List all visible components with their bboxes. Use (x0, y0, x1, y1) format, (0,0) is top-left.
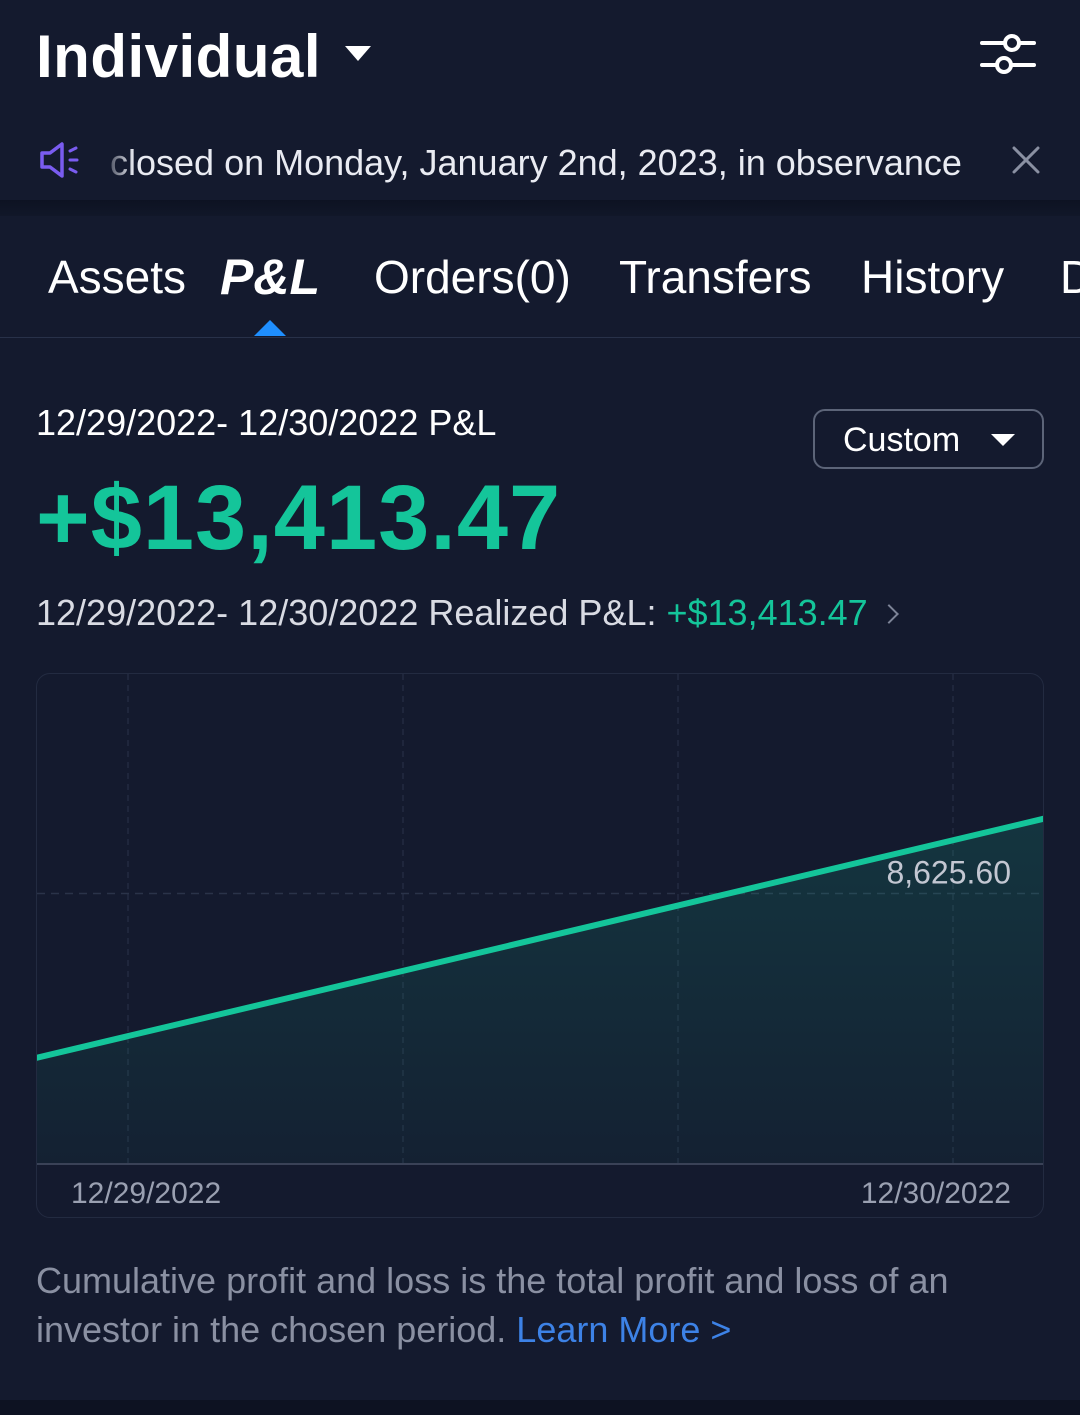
realized-pnl-value: +$13,413.47 (666, 592, 868, 633)
realized-pnl-row[interactable]: 12/29/2022- 12/30/2022 Realized P&L: +$1… (36, 592, 899, 634)
period-select[interactable]: Custom (813, 409, 1044, 469)
speaker-announcement-icon (38, 140, 82, 180)
tab-transfers[interactable]: Transfers (619, 250, 812, 304)
tab-history[interactable]: History (861, 250, 1004, 304)
market-notice-banner[interactable]: closed on Monday, January 2nd, 2023, in … (0, 118, 1080, 200)
tab-assets[interactable]: Assets (48, 250, 186, 304)
period-select-label: Custom (843, 421, 961, 459)
x-tick-label-end: 12/30/2022 (861, 1177, 1011, 1210)
learn-more-link[interactable]: Learn More > (516, 1309, 731, 1350)
notice-fade (100, 136, 134, 188)
pnl-description: Cumulative profit and loss is the total … (36, 1256, 1036, 1354)
tab-pnl[interactable]: P&L (220, 248, 320, 306)
chevron-down-icon (991, 434, 1015, 446)
section-divider (0, 200, 1080, 216)
account-title[interactable]: Individual (36, 22, 321, 91)
bottom-divider (0, 1400, 1080, 1415)
tab-orders[interactable]: Orders(0) (374, 250, 571, 304)
active-tab-indicator (254, 320, 286, 336)
pnl-range-label: 12/29/2022- 12/30/2022 P&L (36, 402, 497, 443)
pnl-chart[interactable]: 8,625.60 12/29/2022 12/30/2022 (36, 673, 1044, 1218)
close-icon[interactable] (1010, 144, 1042, 176)
pnl-description-text: Cumulative profit and loss is the total … (36, 1260, 949, 1350)
x-tick-label-start: 12/29/2022 (71, 1177, 221, 1210)
chevron-right-icon (878, 604, 899, 624)
account-header: Individual (0, 0, 1080, 118)
realized-pnl-label: 12/29/2022- 12/30/2022 Realized P&L: (36, 592, 667, 633)
reference-value-label: 8,625.60 (886, 855, 1011, 891)
pnl-chart-svg: 8,625.60 12/29/2022 12/30/2022 (37, 674, 1043, 1210)
pnl-amount: +$13,413.47 (36, 467, 562, 569)
account-tabs: Assets P&L Orders(0) Transfers History D (0, 216, 1080, 338)
notice-text: closed on Monday, January 2nd, 2023, in … (110, 142, 962, 183)
account-dropdown-icon[interactable] (345, 46, 371, 61)
sliders-icon[interactable] (978, 28, 1038, 80)
pnl-page: Individual closed on Monday, January 2nd… (0, 0, 1080, 1415)
tab-partial-next[interactable]: D (1060, 250, 1080, 304)
